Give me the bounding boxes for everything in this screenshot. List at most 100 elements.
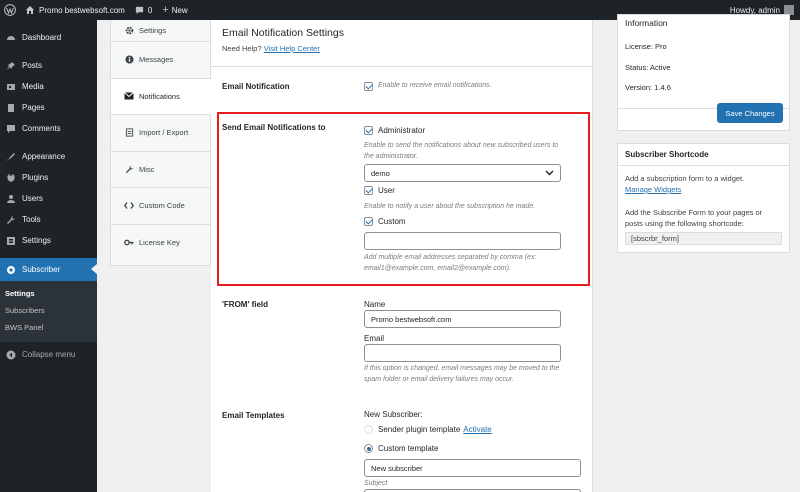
from-desc-line: If this option is changed, email message… (364, 365, 560, 372)
from-field-label: 'FROM' field (222, 300, 269, 309)
brush-icon (5, 151, 16, 162)
from-name-label: Name (364, 300, 386, 309)
sidebar-item-plugins[interactable]: Plugins (0, 167, 97, 188)
new-content-link[interactable]: + New (157, 0, 192, 20)
tab-notifications[interactable]: Notifications (111, 78, 211, 115)
sidebar-item-settings[interactable]: Settings (0, 230, 97, 251)
comments-link[interactable]: 0 (130, 0, 157, 20)
sidebar-item-appearance[interactable]: Appearance (0, 146, 97, 167)
tab-settings[interactable]: Settings (111, 20, 210, 42)
sidebar-item-label: Users (22, 194, 43, 203)
tab-import-export[interactable]: Import / Export (111, 115, 210, 152)
sidebar-item-label: Settings (22, 236, 51, 245)
sidebar-item-label: Tools (22, 215, 41, 224)
settings-icon (5, 235, 16, 246)
from-name-input[interactable]: Promo bestwebsoft.com (364, 310, 561, 328)
subject-label: Subject (364, 480, 388, 487)
wrench-icon (5, 214, 16, 225)
pin-icon (5, 60, 16, 71)
help-line: Need Help? Visit Help Center (222, 44, 320, 53)
site-name-link[interactable]: Promo bestwebsoft.com (20, 0, 130, 20)
sidebar-item-pages[interactable]: Pages (0, 97, 97, 118)
sender-template-row: Sender plugin template Activate (364, 425, 492, 434)
divider (211, 66, 593, 67)
shortcode-code[interactable]: [sbscrbr_form] (625, 232, 782, 245)
home-icon (25, 5, 35, 15)
tab-label: Settings (139, 26, 167, 35)
key-icon (124, 238, 134, 248)
new-label: New (171, 5, 188, 15)
submenu-item-settings[interactable]: Settings (0, 285, 97, 302)
plugin-icon (5, 172, 16, 183)
sender-template-radio[interactable] (364, 425, 373, 434)
sender-template-label: Sender plugin template (378, 425, 461, 434)
admin-sidebar: Dashboard Posts Media Pages Comments App… (0, 20, 97, 492)
sidebar-item-label: Comments (22, 124, 61, 133)
custom-template-radio[interactable] (364, 444, 373, 453)
tab-license-key[interactable]: License Key (111, 225, 210, 262)
email-notification-row: Enable to receive email notifications. (364, 81, 492, 92)
email-notification-desc: Enable to receive email notifications. (378, 82, 492, 89)
plus-icon: + (162, 4, 169, 16)
sidebar-item-label: Media (22, 82, 44, 91)
manage-widgets-link[interactable]: Manage Widgets (625, 185, 681, 196)
import-icon (124, 128, 134, 138)
page-title: Email Notification Settings (222, 27, 344, 39)
sidebar-item-subscriber[interactable]: Subscriber (0, 258, 97, 281)
sidebar-item-tools[interactable]: Tools (0, 209, 97, 230)
info-icon (124, 55, 134, 65)
collapse-icon (5, 349, 16, 360)
collapse-menu-button[interactable]: Collapse menu (0, 344, 97, 365)
tab-custom-code[interactable]: Custom Code (111, 188, 210, 225)
collapse-label: Collapse menu (22, 350, 76, 359)
shortcode-title: Subscriber Shortcode (625, 150, 709, 159)
tab-label: Custom Code (139, 201, 185, 211)
wrench-icon (124, 164, 134, 174)
sidebar-item-label: Subscriber (22, 265, 61, 274)
sidebar-item-label: Dashboard (22, 33, 62, 42)
code-icon (124, 201, 134, 211)
from-email-label: Email (364, 334, 385, 343)
media-icon (5, 81, 16, 92)
tab-misc[interactable]: Misc (111, 152, 210, 188)
envelope-icon (124, 91, 134, 101)
highlight-box (217, 112, 590, 286)
from-desc-line: spam folder or email delivery failures m… (364, 375, 514, 383)
users-icon (5, 193, 16, 204)
from-desc: If this option is changed, email message… (364, 364, 559, 385)
submenu-item-subscribers[interactable]: Subscribers (0, 302, 97, 319)
sidebar-item-label: Posts (22, 61, 43, 70)
page-icon (5, 102, 16, 113)
dashboard-icon (5, 32, 16, 43)
comment-icon (135, 6, 144, 15)
sidebar-item-users[interactable]: Users (0, 188, 97, 209)
activate-link[interactable]: Activate (463, 425, 491, 434)
shortcode-box: Subscriber Shortcode Add a subscription … (617, 143, 790, 253)
sidebar-item-dashboard[interactable]: Dashboard (0, 27, 97, 48)
gear-icon (124, 26, 134, 36)
tab-label: License Key (139, 238, 180, 248)
email-templates-label: Email Templates (222, 411, 285, 420)
sidebar-item-label: Pages (22, 103, 45, 112)
wordpress-logo-icon[interactable] (0, 0, 20, 20)
help-center-link[interactable]: Visit Help Center (264, 44, 320, 53)
sidebar-item-posts[interactable]: Posts (0, 55, 97, 76)
sidebar-item-label: Plugins (22, 173, 49, 182)
email-notification-label: Email Notification (222, 82, 290, 91)
sidebar-item-comments[interactable]: Comments (0, 118, 97, 139)
custom-template-label: Custom template (378, 444, 439, 453)
tab-label: Misc (139, 164, 155, 174)
subject-input[interactable]: New subscriber (364, 459, 581, 477)
information-title: Information (625, 18, 668, 28)
submenu-item-bws-panel[interactable]: BWS Panel (0, 319, 97, 336)
shortcode-usage-line: Add the Subscribe Form to your pages or (625, 208, 763, 217)
sidebar-item-media[interactable]: Media (0, 76, 97, 97)
tab-messages[interactable]: Messages (111, 42, 210, 79)
from-email-input[interactable] (364, 344, 561, 362)
help-prefix: Need Help? (222, 44, 262, 53)
custom-template-row: Custom template (364, 444, 438, 453)
save-changes-button[interactable]: Save Changes (717, 103, 783, 123)
license-text: License: Pro (625, 42, 667, 51)
email-notification-checkbox[interactable] (364, 81, 373, 91)
comments-count: 0 (147, 5, 153, 15)
